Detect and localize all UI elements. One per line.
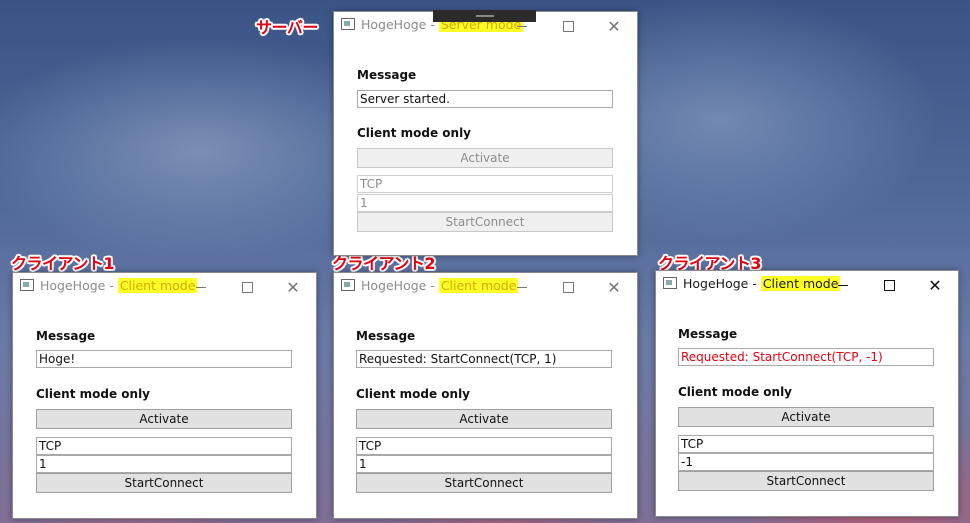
maximize-icon[interactable] (545, 12, 591, 40)
protocol-field[interactable]: TCP (357, 175, 613, 193)
message-field[interactable]: Requested: StartConnect(TCP, -1) (678, 348, 934, 366)
app-name: HogeHoge - (683, 276, 761, 291)
title-bar[interactable]: HogeHoge - Client mode ✕ (13, 273, 316, 301)
port-field[interactable]: 1 (36, 455, 292, 473)
server-window: HogeHoge - Server mode ✕ Message Server … (333, 11, 638, 256)
start-connect-button[interactable]: StartConnect (357, 212, 613, 232)
activate-button[interactable]: Activate (356, 409, 612, 429)
client1-window: HogeHoge - Client mode ✕ Message Hoge! C… (12, 272, 317, 519)
app-icon (341, 279, 355, 291)
maximize-icon[interactable] (866, 271, 912, 299)
port-field[interactable]: 1 (356, 455, 612, 473)
close-icon[interactable]: ✕ (591, 12, 637, 40)
maximize-icon[interactable] (545, 273, 591, 301)
protocol-field[interactable]: TCP (356, 437, 612, 455)
maximize-icon[interactable] (224, 273, 270, 301)
window-title: HogeHoge - Client mode (683, 276, 841, 291)
port-field[interactable]: 1 (357, 194, 613, 212)
start-connect-button[interactable]: StartConnect (678, 471, 934, 491)
message-label: Message (36, 329, 96, 343)
window-title: HogeHoge - Client mode (40, 278, 198, 293)
client-only-label: Client mode only (678, 385, 793, 399)
window-title: HogeHoge - Client mode (361, 278, 519, 293)
title-bar[interactable]: HogeHoge - Client mode ✕ (334, 273, 637, 301)
message-label: Message (678, 327, 738, 341)
app-name: HogeHoge - (361, 17, 439, 32)
message-label: Message (357, 68, 417, 82)
app-icon (663, 277, 677, 289)
client-only-label: Client mode only (356, 387, 471, 401)
message-field[interactable]: Requested: StartConnect(TCP, 1) (356, 350, 612, 368)
message-field[interactable]: Server started. (357, 90, 613, 108)
protocol-field[interactable]: TCP (36, 437, 292, 455)
port-field[interactable]: -1 (678, 453, 934, 471)
client2-window: HogeHoge - Client mode ✕ Message Request… (333, 272, 638, 519)
close-icon[interactable]: ✕ (270, 273, 316, 301)
app-icon (341, 18, 355, 30)
client-only-label: Client mode only (36, 387, 151, 401)
start-connect-button[interactable]: StartConnect (356, 473, 612, 493)
app-name: HogeHoge - (40, 278, 118, 293)
message-label: Message (356, 329, 416, 343)
protocol-field[interactable]: TCP (678, 435, 934, 453)
title-bar[interactable]: HogeHoge - Client mode ✕ (656, 271, 958, 299)
close-icon[interactable]: ✕ (912, 271, 958, 299)
start-connect-button[interactable]: StartConnect (36, 473, 292, 493)
activate-button[interactable]: Activate (678, 407, 934, 427)
app-name: HogeHoge - (361, 278, 439, 293)
client3-window: HogeHoge - Client mode ✕ Message Request… (655, 270, 959, 517)
minimize-icon[interactable] (820, 271, 866, 299)
activate-button[interactable]: Activate (357, 148, 613, 168)
client1-caption: クライアント1 (11, 254, 115, 273)
server-caption: サーバー (256, 18, 318, 37)
app-icon (20, 279, 34, 291)
snap-layout-bar[interactable] (433, 10, 536, 22)
minimize-icon[interactable] (499, 273, 545, 301)
message-field[interactable]: Hoge! (36, 350, 292, 368)
activate-button[interactable]: Activate (36, 409, 292, 429)
minimize-icon[interactable] (178, 273, 224, 301)
close-icon[interactable]: ✕ (591, 273, 637, 301)
client-only-label: Client mode only (357, 126, 472, 140)
